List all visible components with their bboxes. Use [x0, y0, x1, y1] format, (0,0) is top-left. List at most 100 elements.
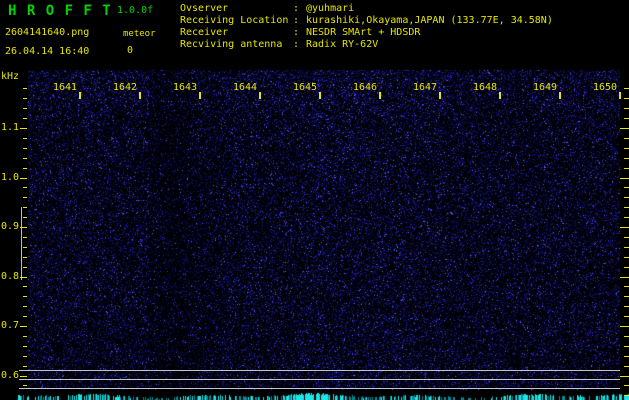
info-colon: :: [293, 15, 300, 26]
freq-minor-tick: [23, 306, 27, 307]
freq-major-tick: [20, 326, 27, 327]
freq-minor-tick: [23, 346, 27, 347]
freq-minor-tick: [23, 88, 27, 89]
freq-major-tick: [20, 227, 27, 228]
freq-minor-tick-right: [624, 385, 629, 386]
freq-minor-tick: [23, 366, 27, 367]
info-label: Recviving antenna: [180, 39, 283, 50]
freq-minor-tick: [23, 356, 27, 357]
freq-minor-tick-right: [624, 158, 629, 159]
info-row-receiver: Receiver: NESDR SMArt + HDSDR: [180, 27, 553, 39]
freq-minor-tick-right: [624, 346, 629, 347]
time-tick-label: 1644: [232, 82, 258, 93]
time-tick: [79, 92, 81, 99]
output-filename: 2604141640.png: [5, 27, 90, 38]
reference-line: [19, 370, 620, 371]
freq-minor-tick-right: [624, 207, 629, 208]
time-tick: [499, 92, 501, 99]
freq-minor-tick-right: [624, 237, 629, 238]
freq-major-tick-right: [620, 277, 629, 278]
freq-major-tick-right: [620, 128, 629, 129]
observer-info-block: Ovserver: @yuhmari Receiving Location: kur…: [180, 3, 553, 51]
freq-minor-tick: [23, 336, 27, 337]
freq-minor-tick-right: [624, 187, 629, 188]
meteor-count-label: meteor: [123, 29, 156, 39]
info-value: Radix RY-62V: [306, 39, 379, 50]
freq-minor-tick: [23, 158, 27, 159]
freq-minor-tick: [23, 187, 27, 188]
freq-minor-tick-right: [624, 247, 629, 248]
freq-major-tick-right: [620, 326, 629, 327]
freq-tick-label: 0.6: [0, 370, 19, 381]
freq-minor-tick-right: [624, 286, 629, 287]
freq-minor-tick: [23, 286, 27, 287]
time-tick: [139, 92, 141, 99]
time-tick: [259, 92, 261, 99]
freq-minor-tick-right: [624, 148, 629, 149]
info-colon: :: [293, 39, 300, 50]
info-label: Ovserver: [180, 3, 229, 14]
freq-minor-tick-right: [624, 267, 629, 268]
freq-minor-tick: [23, 98, 27, 99]
freq-minor-tick: [23, 207, 27, 208]
info-value: @yuhmari: [306, 3, 355, 14]
app-title: H R O F F T: [8, 3, 112, 19]
info-colon: :: [293, 3, 300, 14]
info-row-observer: Ovserver: @yuhmari: [180, 3, 553, 15]
meteor-count-value: 0: [127, 45, 134, 56]
freq-minor-tick: [23, 237, 27, 238]
freq-minor-tick: [23, 316, 27, 317]
time-tick-label: 1643: [172, 82, 198, 93]
time-tick-label: 1645: [292, 82, 318, 93]
time-tick: [559, 92, 561, 99]
info-label: Receiver: [180, 27, 229, 38]
freq-minor-tick: [23, 197, 27, 198]
freq-minor-tick-right: [624, 356, 629, 357]
freq-minor-tick-right: [624, 98, 629, 99]
freq-major-tick-right: [620, 376, 629, 377]
freq-minor-tick-right: [624, 366, 629, 367]
freq-tick-label: 1.1: [0, 122, 19, 133]
time-tick-label: 1641: [52, 82, 78, 93]
observation-datetime: 26.04.14 16:40: [5, 46, 90, 57]
freq-major-tick: [20, 376, 27, 377]
freq-major-tick-right: [620, 178, 629, 179]
freq-minor-tick-right: [624, 395, 629, 396]
time-tick: [619, 92, 621, 99]
freq-minor-tick: [23, 296, 27, 297]
time-tick: [439, 92, 441, 99]
info-label: Receiving Location: [180, 15, 289, 26]
reference-line: [19, 379, 620, 380]
freq-minor-tick-right: [624, 138, 629, 139]
time-tick-label: 1642: [112, 82, 138, 93]
app-version: 1.0.0f: [117, 5, 154, 16]
freq-minor-tick: [23, 108, 27, 109]
time-tick-label: 1647: [412, 82, 438, 93]
freq-minor-tick-right: [624, 217, 629, 218]
freq-minor-tick-right: [624, 108, 629, 109]
freq-minor-tick-right: [624, 257, 629, 258]
hrofft-spectrogram-screen: H R O F F T 1.0.0f 2604141640.png 26.04.…: [0, 0, 629, 400]
freq-minor-tick: [23, 217, 27, 218]
info-value: kurashiki,Okayama,JAPAN (133.77E, 34.58N…: [306, 15, 553, 26]
freq-major-tick: [20, 128, 27, 129]
time-tick: [199, 92, 201, 99]
freq-minor-tick: [23, 148, 27, 149]
time-tick-label: 1646: [352, 82, 378, 93]
freq-minor-tick-right: [624, 306, 629, 307]
info-value: NESDR SMArt + HDSDR: [306, 27, 421, 38]
freq-minor-tick: [23, 118, 27, 119]
time-tick-label: 1650: [592, 82, 618, 93]
freq-minor-tick: [23, 257, 27, 258]
info-row-antenna: Recviving antenna: Radix RY-62V: [180, 39, 553, 51]
freq-axis-unit-label: kHz: [1, 71, 20, 82]
freq-tick-label: 1.0: [0, 172, 19, 183]
time-tick-label: 1648: [472, 82, 498, 93]
freq-minor-tick-right: [624, 336, 629, 337]
freq-minor-tick-right: [624, 197, 629, 198]
freq-major-tick: [20, 277, 27, 278]
freq-minor-tick-right: [624, 88, 629, 89]
freq-tick-label: 0.7: [0, 320, 19, 331]
freq-minor-tick: [23, 138, 27, 139]
frequency-marker-bar: [21, 207, 22, 280]
